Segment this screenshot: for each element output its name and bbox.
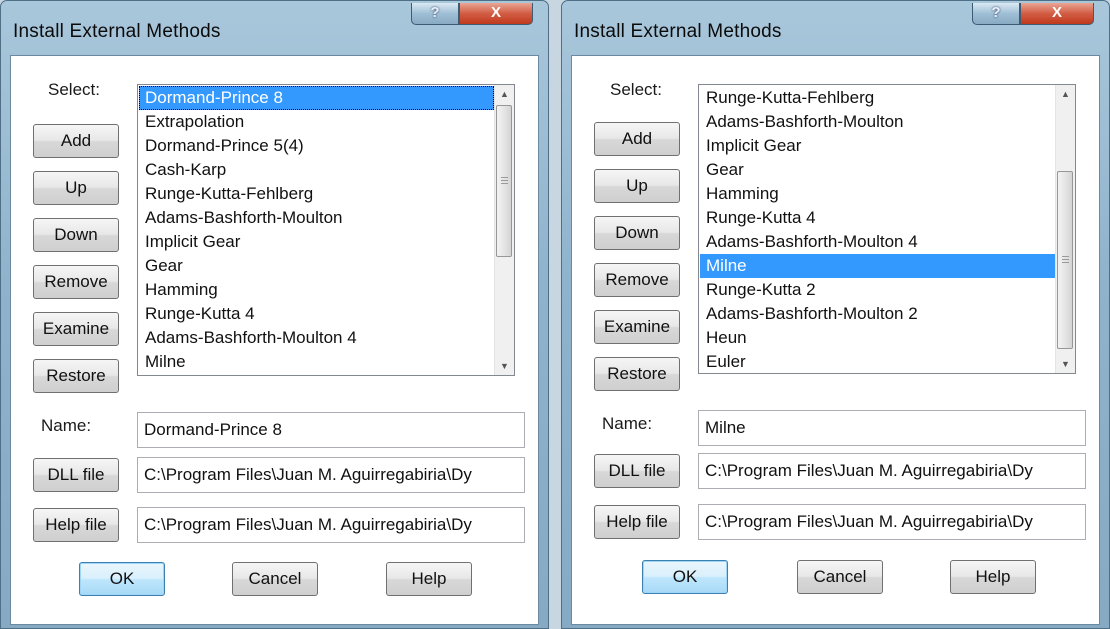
ok-button[interactable]: OK [79, 562, 165, 596]
examine-button[interactable]: Examine [33, 312, 119, 346]
name-field[interactable]: Dormand-Prince 8 [137, 412, 525, 448]
help-file-field[interactable]: C:\Program Files\Juan M. Aguirregabiria\… [137, 507, 525, 543]
remove-button[interactable]: Remove [594, 263, 680, 297]
cancel-button[interactable]: Cancel [232, 562, 318, 596]
dialog-client-area: Select: Add Up Down Remove Examine Resto… [571, 55, 1100, 625]
title-bar[interactable]: Install External Methods ? X [562, 1, 1109, 63]
list-item[interactable]: Runge-Kutta-Fehlberg [700, 86, 1055, 110]
name-label: Name: [41, 416, 92, 435]
titlebar-help-button[interactable]: ? [972, 3, 1020, 25]
scrollbar-thumb[interactable] [496, 105, 512, 257]
list-item[interactable]: Gear [139, 254, 494, 278]
dll-file-button[interactable]: DLL file [33, 458, 119, 492]
help-button[interactable]: Help [386, 562, 472, 596]
install-methods-dialog-left: Install External Methods ? X Select: Add… [0, 0, 549, 629]
list-item[interactable]: Cash-Karp [139, 158, 494, 182]
cancel-button[interactable]: Cancel [797, 560, 883, 594]
select-label: Select: [610, 80, 662, 99]
list-item[interactable]: Milne [139, 350, 494, 374]
vertical-scrollbar[interactable]: ▲ ▼ [494, 85, 514, 375]
remove-button[interactable]: Remove [33, 265, 119, 299]
list-item[interactable]: Dormand-Prince 8 [139, 86, 494, 110]
scroll-down-arrow-icon[interactable]: ▼ [495, 357, 514, 375]
up-button[interactable]: Up [33, 171, 119, 205]
list-item[interactable]: Runge-Kutta 4 [139, 302, 494, 326]
list-item[interactable]: Extrapolation [139, 110, 494, 134]
methods-list: Runge-Kutta-Fehlberg Adams-Bashforth-Mou… [700, 86, 1055, 373]
scroll-grip-icon [1062, 256, 1069, 263]
methods-listbox[interactable]: Runge-Kutta-Fehlberg Adams-Bashforth-Mou… [698, 84, 1076, 374]
list-item[interactable]: Runge-Kutta 4 [700, 206, 1055, 230]
list-item[interactable]: Hamming [700, 182, 1055, 206]
add-button[interactable]: Add [594, 122, 680, 156]
help-file-button[interactable]: Help file [33, 508, 119, 542]
list-item[interactable]: Implicit Gear [139, 230, 494, 254]
titlebar-help-button[interactable]: ? [411, 3, 459, 25]
help-file-button[interactable]: Help file [594, 505, 680, 539]
dll-file-button[interactable]: DLL file [594, 454, 680, 488]
window-title: Install External Methods [13, 21, 221, 42]
restore-button[interactable]: Restore [594, 357, 680, 391]
methods-list: Dormand-Prince 8 Extrapolation Dormand-P… [139, 86, 494, 374]
down-button[interactable]: Down [594, 216, 680, 250]
list-item[interactable]: Adams-Bashforth-Moulton 4 [700, 230, 1055, 254]
list-item[interactable]: Heun [700, 326, 1055, 350]
name-field[interactable]: Milne [698, 410, 1086, 446]
down-button[interactable]: Down [33, 218, 119, 252]
restore-button[interactable]: Restore [33, 359, 119, 393]
methods-listbox[interactable]: Dormand-Prince 8 Extrapolation Dormand-P… [137, 84, 515, 376]
list-item[interactable]: Adams-Bashforth-Moulton 2 [700, 302, 1055, 326]
list-item[interactable]: Hamming [139, 278, 494, 302]
list-item[interactable]: Dormand-Prince 5(4) [139, 134, 494, 158]
scrollbar-thumb[interactable] [1057, 171, 1073, 349]
scroll-down-arrow-icon[interactable]: ▼ [1056, 355, 1075, 373]
titlebar-close-button[interactable]: X [459, 3, 533, 25]
list-item[interactable]: Runge-Kutta 2 [700, 278, 1055, 302]
window-title: Install External Methods [574, 21, 782, 42]
up-button[interactable]: Up [594, 169, 680, 203]
select-label: Select: [48, 80, 100, 99]
dll-file-field[interactable]: C:\Program Files\Juan M. Aguirregabiria\… [698, 453, 1086, 489]
list-item[interactable]: Implicit Gear [700, 134, 1055, 158]
name-label: Name: [602, 414, 653, 433]
list-item[interactable]: Runge-Kutta-Fehlberg [139, 182, 494, 206]
help-file-field[interactable]: C:\Program Files\Juan M. Aguirregabiria\… [698, 504, 1086, 540]
list-item[interactable]: Adams-Bashforth-Moulton [700, 110, 1055, 134]
scroll-grip-icon [501, 177, 508, 184]
add-button[interactable]: Add [33, 124, 119, 158]
titlebar-close-button[interactable]: X [1020, 3, 1094, 25]
list-item[interactable]: Adams-Bashforth-Moulton [139, 206, 494, 230]
dialog-client-area: Select: Add Up Down Remove Examine Resto… [10, 55, 539, 625]
scroll-up-arrow-icon[interactable]: ▲ [1056, 85, 1075, 103]
list-item[interactable]: Gear [700, 158, 1055, 182]
ok-button[interactable]: OK [642, 560, 728, 594]
help-button[interactable]: Help [950, 560, 1036, 594]
list-item[interactable]: Milne [700, 254, 1055, 278]
list-item[interactable]: Euler [700, 350, 1055, 373]
install-methods-dialog-right: Install External Methods ? X Select: Add… [561, 0, 1110, 629]
list-item[interactable]: Adams-Bashforth-Moulton 4 [139, 326, 494, 350]
examine-button[interactable]: Examine [594, 310, 680, 344]
scroll-up-arrow-icon[interactable]: ▲ [495, 85, 514, 103]
dll-file-field[interactable]: C:\Program Files\Juan M. Aguirregabiria\… [137, 457, 525, 493]
title-bar[interactable]: Install External Methods ? X [1, 1, 548, 63]
vertical-scrollbar[interactable]: ▲ ▼ [1055, 85, 1075, 373]
